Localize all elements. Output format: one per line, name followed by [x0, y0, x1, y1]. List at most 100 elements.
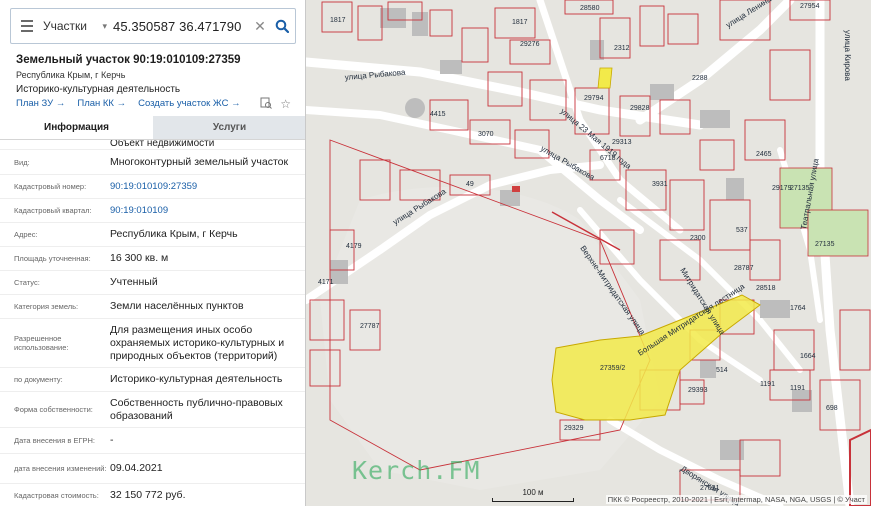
parcel-label: 29313 — [612, 139, 632, 146]
parcel-label: 29794 — [584, 95, 604, 102]
parcel-label: 4415 — [430, 111, 446, 118]
parcel-label: 4179 — [346, 243, 362, 250]
parcel-label: 28580 — [580, 5, 600, 12]
star-icon[interactable]: ☆ — [280, 97, 291, 111]
close-icon[interactable]: ✕ — [251, 18, 269, 35]
report-icon[interactable] — [260, 97, 273, 109]
search-input[interactable]: 45.350587 36.471790 — [113, 19, 251, 34]
building — [700, 110, 730, 128]
attribute-value: 32 150 772 руб. — [110, 489, 186, 501]
parcel-label: 698 — [826, 405, 838, 412]
parcel-label: 27135 — [815, 241, 835, 248]
parcel-label: 537 — [736, 227, 748, 234]
parcel-label: 29276 — [520, 41, 540, 48]
search-category-label: Участки — [43, 19, 87, 33]
attribute-row: Форма собственности: Собственность публи… — [0, 392, 305, 428]
attribute-key: Статус: — [14, 278, 40, 287]
attribute-value: Республика Крым, г Керчь — [110, 228, 238, 240]
attribute-key: Адрес: — [14, 230, 38, 239]
building — [760, 300, 790, 318]
attribute-key: Форма собственности: — [14, 405, 93, 414]
attribute-list: Объект недвижимости Вид: Многоконтурный … — [0, 140, 305, 506]
attribute-key: Кадастровый квартал: — [14, 206, 92, 215]
parcel-label: 29329 — [564, 425, 584, 432]
building — [726, 178, 744, 200]
parcel-label: 49 — [466, 181, 474, 188]
cadastral-quarter-link[interactable]: 90:19:010109 — [110, 204, 305, 217]
parcel-label: 2465 — [756, 151, 772, 158]
parcel-label: 6718 — [600, 155, 616, 162]
search-category-select[interactable]: Участки ▾ — [43, 19, 113, 33]
tab-services[interactable]: Услуги — [153, 116, 305, 139]
parcel-label: 29393 — [688, 387, 708, 394]
parcel-label: 3070 — [478, 131, 494, 138]
building — [650, 84, 674, 100]
parcel-label: 3931 — [652, 181, 668, 188]
object-type-value: Объект недвижимости — [110, 140, 215, 149]
watermark: Kerch.FM — [352, 456, 481, 485]
scale-label: 100 м — [522, 488, 544, 497]
attribute-value: Собственность публично-правовых образова… — [110, 396, 283, 422]
attribute-row: Площадь уточненная: 16 300 кв. м — [0, 247, 305, 271]
parcel-label: 2300 — [690, 235, 706, 242]
building — [440, 60, 462, 74]
parcel-label: 2288 — [692, 75, 708, 82]
chevron-down-icon: ▾ — [102, 20, 107, 31]
parcel-label: 28518 — [756, 285, 776, 292]
attribute-key: Категория земель: — [14, 302, 79, 311]
purpose-text: Историко-культурная деятельность — [16, 84, 181, 95]
attribute-value: Многоконтурный земельный участок — [110, 155, 289, 168]
parcel-label: 28787 — [734, 265, 754, 272]
parcel-label: 27787 — [360, 323, 380, 330]
search-icon — [275, 19, 289, 33]
attribute-key: Вид: — [14, 157, 30, 167]
building — [380, 8, 406, 28]
attribute-row: Дата внесения в ЕГРН: - — [0, 428, 305, 454]
page-title: Земельный участок 90:19:010109:27359 — [16, 54, 241, 66]
attribute-row: Категория земель: Земли населённых пункт… — [0, 295, 305, 319]
attribute-key: Разрешенное использование: — [14, 334, 69, 352]
parcel-label: 1817 — [330, 17, 346, 24]
park-2 — [807, 209, 869, 257]
street-label: улица Кирова — [843, 30, 852, 81]
tabs: Информация Услуги — [0, 116, 305, 140]
parcel-label: 1191 — [790, 385, 805, 392]
scale-line — [492, 498, 574, 502]
attribute-row: Кадастровый квартал: 90:19:010109 — [0, 199, 305, 223]
attribute-row: по документу: Историко-культурная деятел… — [0, 368, 305, 392]
attribute-key: Кадастровая стоимость: — [14, 491, 99, 500]
tab-info[interactable]: Информация — [0, 116, 153, 139]
attribute-row: Статус: Учтенный — [0, 271, 305, 295]
selected-parcel-part[interactable] — [597, 67, 613, 89]
plan-kk-link[interactable]: План КК → — [77, 98, 126, 109]
attribute-row: Кадастровая стоимость: 32 150 772 руб. — [0, 484, 305, 506]
create-parcel-link[interactable]: Создать участок ЖС → — [138, 98, 240, 109]
parcel-label: 4171 — [318, 279, 334, 286]
map-marker — [512, 186, 520, 192]
attribute-value: Для размещения иных особо охраняемых ист… — [110, 323, 285, 362]
plan-zu-link[interactable]: План ЗУ → — [16, 98, 65, 109]
building — [412, 12, 428, 36]
search-button[interactable] — [269, 19, 295, 33]
attribute-key: Площадь уточненная: — [14, 254, 91, 263]
cadastral-number-link[interactable]: 90:19:010109:27359 — [110, 180, 305, 193]
attribute-value: Учтенный — [110, 276, 158, 288]
attribute-value: 16 300 кв. м — [110, 252, 169, 264]
attribute-value: Историко-культурная деятельность — [110, 373, 283, 385]
building — [700, 360, 716, 378]
parcel-label: 514 — [716, 367, 728, 374]
attribute-key: Кадастровый номер: — [14, 182, 87, 191]
attribute-row: Адрес: Республика Крым, г Керчь — [0, 223, 305, 247]
attribute-row-partial: Объект недвижимости — [0, 140, 305, 150]
parcel-label: 27954 — [800, 3, 820, 10]
attribute-row: Разрешенное использование: Для размещени… — [0, 319, 305, 368]
search-bar: Участки ▾ 45.350587 36.471790 ✕ — [10, 8, 296, 44]
region-text: Республика Крым, г Керчь — [16, 70, 126, 80]
attribute-value: 09.04.2021 — [110, 462, 163, 474]
attribute-row: Кадастровый номер: 90:19:010109:27359 — [0, 175, 305, 199]
parcel-label: 27031 — [700, 485, 720, 492]
attribute-key: дата внесения изменений: — [14, 464, 107, 473]
menu-icon[interactable] — [11, 20, 43, 32]
attribute-row: Вид: Многоконтурный земельный участок — [0, 150, 305, 175]
parcel-label: 1664 — [800, 353, 816, 360]
